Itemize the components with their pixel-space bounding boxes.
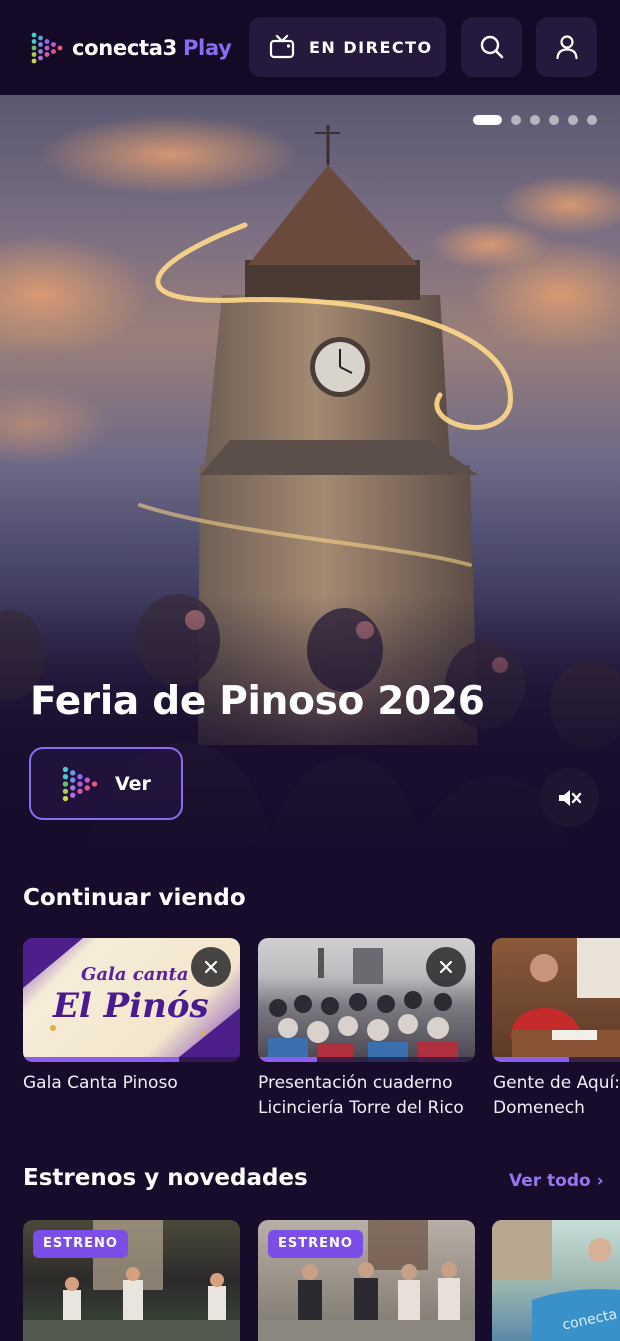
see-all-link[interactable]: Ver todo › xyxy=(509,1171,604,1191)
thumbnail-text: El Pinós xyxy=(53,986,209,1026)
thumbnail xyxy=(510,938,620,1062)
progress-fill xyxy=(258,1057,317,1062)
release-card[interactable]: ESTRENO xyxy=(258,1220,475,1341)
tv-icon xyxy=(269,35,295,59)
play-logo-icon xyxy=(62,766,98,801)
play-logo-icon xyxy=(31,32,63,64)
hero-title: Feria de Pinoso 2026 xyxy=(30,679,485,724)
carousel-dot[interactable] xyxy=(511,115,521,125)
account-button[interactable] xyxy=(536,17,597,77)
card-title[interactable]: Gente de Aquí: Domenech xyxy=(493,1071,620,1121)
volume-mute-icon xyxy=(558,789,581,806)
live-button[interactable]: EN DIRECTO xyxy=(249,17,446,77)
live-label: EN DIRECTO xyxy=(309,37,433,57)
continue-card[interactable]: Gala canta El Pinós xyxy=(23,938,240,1062)
card-title[interactable]: Gala Canta Pinoso xyxy=(23,1071,243,1096)
progress-bar xyxy=(492,1057,620,1062)
logo-wordmark: conecta3 xyxy=(72,36,177,60)
hero-banner[interactable]: Feria de Pinoso 2026 Ver xyxy=(0,95,620,855)
progress-fill xyxy=(492,1057,569,1062)
carousel-dot[interactable] xyxy=(568,115,578,125)
top-header: conecta3 Play EN DIRECTO xyxy=(0,0,620,95)
carousel-dot[interactable] xyxy=(530,115,540,125)
logo-text: conecta3 Play xyxy=(72,36,232,60)
logo-play-word: Play xyxy=(182,36,232,60)
carousel-dot[interactable] xyxy=(473,115,502,125)
carousel-indicators[interactable] xyxy=(473,115,597,125)
continue-watching-title: Continuar viendo xyxy=(23,885,246,911)
user-icon xyxy=(555,35,578,60)
progress-fill xyxy=(23,1057,180,1062)
progress-bar xyxy=(23,1057,240,1062)
close-icon xyxy=(439,960,453,974)
carousel-dot[interactable] xyxy=(549,115,559,125)
close-icon xyxy=(204,960,218,974)
card-title[interactable]: Presentación cuaderno Licinciería Torre … xyxy=(258,1071,478,1121)
watch-label: Ver xyxy=(115,772,151,795)
remove-button[interactable] xyxy=(191,947,231,987)
continue-card[interactable] xyxy=(492,938,620,1062)
mute-button[interactable] xyxy=(540,768,599,827)
remove-button[interactable] xyxy=(426,947,466,987)
watch-button[interactable]: Ver xyxy=(29,747,183,820)
search-icon xyxy=(480,35,503,59)
new-releases-title: Estrenos y novedades xyxy=(23,1165,308,1191)
thumbnail-text: Gala canta xyxy=(81,964,189,985)
premiere-badge: ESTRENO xyxy=(268,1230,363,1258)
continue-card[interactable] xyxy=(258,938,475,1062)
progress-bar xyxy=(258,1057,475,1062)
search-button[interactable] xyxy=(461,17,522,77)
release-card[interactable]: ESTRENO xyxy=(23,1220,240,1341)
carousel-dot[interactable] xyxy=(587,115,597,125)
release-card[interactable]: conecta xyxy=(492,1220,620,1341)
logo[interactable]: conecta3 Play xyxy=(30,31,232,65)
premiere-badge: ESTRENO xyxy=(33,1230,128,1258)
